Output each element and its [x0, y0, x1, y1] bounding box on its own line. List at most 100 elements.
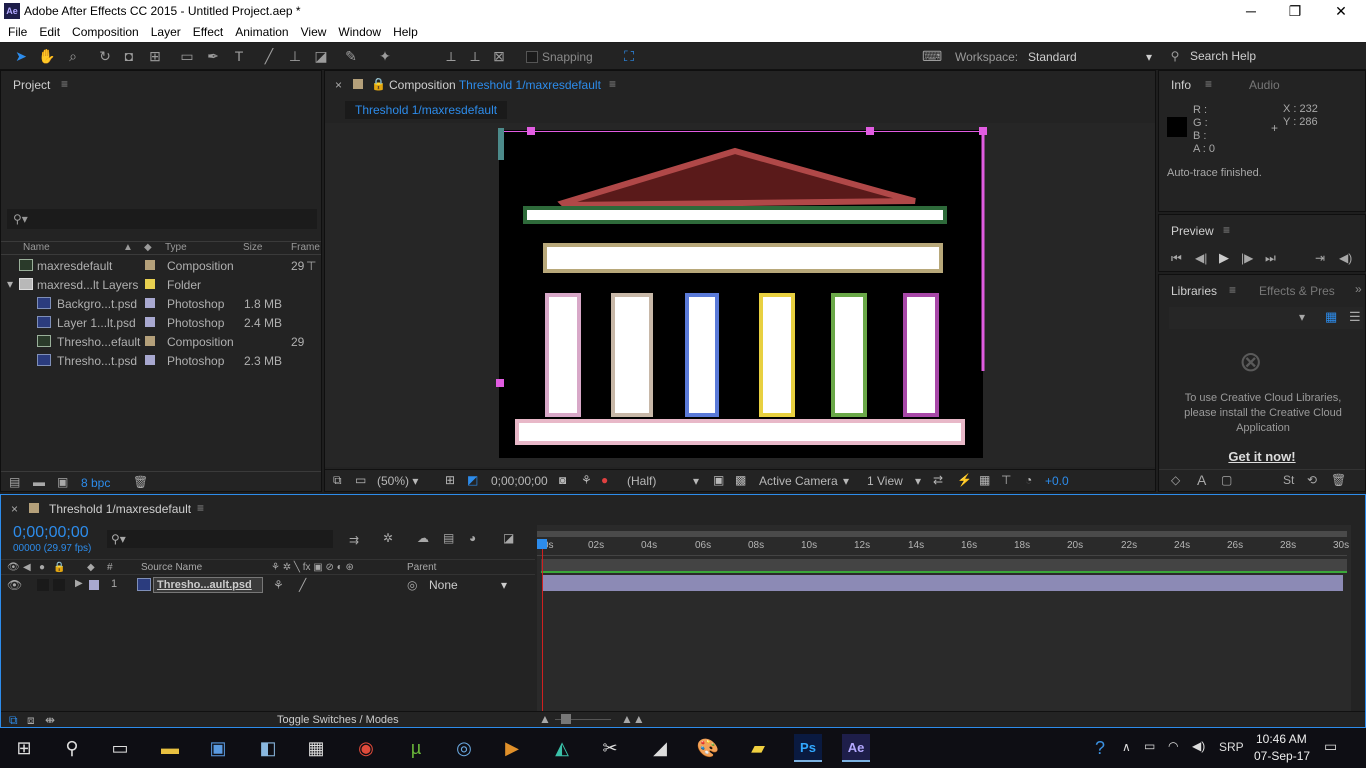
camera-tool-icon[interactable]: ◘: [120, 47, 138, 65]
panel-menu-icon[interactable]: ≡: [61, 77, 68, 91]
panel-menu-icon[interactable]: ≡: [197, 501, 204, 515]
column-source-name[interactable]: Source Name: [141, 562, 202, 573]
list-item[interactable]: maxresdefault Composition 29 ⊤: [3, 256, 319, 275]
view-axis-icon[interactable]: ⊠: [490, 47, 508, 65]
app-icon[interactable]: ◢: [646, 734, 674, 762]
previous-frame-icon[interactable]: ◀|: [1195, 251, 1207, 265]
zoom-in-icon[interactable]: ▲▲: [621, 712, 645, 726]
zoom-slider-thumb[interactable]: [561, 714, 571, 724]
grid-view-icon[interactable]: ▦: [1325, 309, 1337, 325]
work-area-bar[interactable]: [537, 531, 1347, 537]
last-frame-icon[interactable]: ⏭: [1265, 251, 1276, 266]
clock-date[interactable]: 07-Sep-17: [1254, 749, 1310, 763]
utorrent-icon[interactable]: µ: [402, 734, 430, 762]
close-tab-icon[interactable]: ×: [11, 502, 18, 516]
media-player-icon[interactable]: ▶: [498, 734, 526, 762]
hand-tool-icon[interactable]: ✋: [38, 47, 56, 65]
world-axis-icon[interactable]: ⟂: [466, 47, 484, 65]
safe-zones-icon[interactable]: ⊞: [445, 473, 455, 487]
snipping-tool-icon[interactable]: ✂: [596, 734, 624, 762]
column-parent[interactable]: Parent: [407, 562, 436, 573]
audio-switch-icon[interactable]: ◀: [23, 562, 31, 573]
store-icon[interactable]: ▣: [204, 734, 232, 762]
sync-icon[interactable]: ⟲: [1307, 473, 1317, 487]
menu-composition[interactable]: Composition: [72, 22, 147, 42]
language-indicator[interactable]: SRP: [1219, 740, 1244, 754]
list-view-icon[interactable]: ☰: [1349, 309, 1361, 325]
in-out-panes-icon[interactable]: ⇼: [45, 713, 55, 727]
wifi-icon[interactable]: ◠: [1168, 739, 1178, 753]
region-of-interest-icon[interactable]: ▣: [713, 473, 724, 487]
lock-icon[interactable]: 🔒: [371, 77, 386, 91]
layer-handle[interactable]: [527, 127, 535, 135]
composition-tab[interactable]: Composition Threshold 1/maxresdefault: [389, 78, 601, 92]
clock-time[interactable]: 10:46 AM: [1256, 732, 1307, 746]
solo-toggle[interactable]: [53, 579, 65, 591]
layer-handle[interactable]: [496, 379, 504, 387]
column-type[interactable]: Type: [165, 242, 187, 253]
interpret-footage-icon[interactable]: ▤: [9, 475, 20, 489]
always-preview-icon[interactable]: ⧉: [333, 473, 342, 488]
timeline-icon[interactable]: ▦: [979, 473, 990, 487]
list-item[interactable]: Backgro...t.psd Photoshop 1.8 MB: [3, 294, 319, 313]
layer-handle[interactable]: [866, 127, 874, 135]
puppet-pin-tool-icon[interactable]: ✦: [376, 47, 394, 65]
file-explorer-icon[interactable]: ▬: [156, 734, 184, 762]
magnification-dropdown[interactable]: (50%) ▾: [377, 474, 418, 488]
add-graphic-icon[interactable]: ▢: [1221, 473, 1232, 487]
video-switch-icon[interactable]: 👁: [7, 562, 20, 573]
label-swatch[interactable]: [145, 298, 155, 308]
current-time-indicator[interactable]: [542, 539, 543, 711]
notifications-icon[interactable]: ▭: [1324, 738, 1337, 755]
menu-view[interactable]: View: [301, 22, 335, 42]
brush-tool-icon[interactable]: ╱: [260, 47, 278, 65]
toggle-pixel-aspect-icon[interactable]: ⇄: [933, 473, 943, 487]
exposure-value[interactable]: +0.0: [1045, 474, 1069, 488]
layer-switches-icon[interactable]: ⧉: [9, 713, 18, 728]
libraries-tab[interactable]: Libraries: [1171, 284, 1217, 298]
mute-audio-icon[interactable]: ◀): [1339, 251, 1352, 265]
channel-icon[interactable]: ●: [601, 473, 608, 487]
sticky-notes-icon[interactable]: ▰: [744, 734, 772, 762]
comp-viewer[interactable]: [325, 123, 1155, 467]
layer-anchor[interactable]: [498, 128, 504, 160]
list-item[interactable]: Thresho...efault Composition 29: [3, 332, 319, 351]
motion-blur-icon[interactable]: ◕: [469, 531, 476, 545]
show-snapshot-icon[interactable]: ⚘: [581, 473, 592, 487]
close-button[interactable]: ✕: [1318, 2, 1364, 20]
label-swatch[interactable]: [89, 580, 99, 590]
after-effects-icon[interactable]: Ae: [842, 734, 870, 762]
chrome-icon[interactable]: ◉: [352, 734, 380, 762]
shy-layers-icon[interactable]: ☁: [417, 531, 429, 545]
snapping-checkbox[interactable]: [526, 51, 538, 63]
playhead-handle[interactable]: [537, 539, 547, 549]
layer-name[interactable]: Thresho...ault.psd: [153, 577, 263, 593]
snapshot-icon[interactable]: ◙: [559, 473, 566, 487]
audio-toggle[interactable]: [37, 579, 49, 591]
library-dropdown[interactable]: ▾ ▦ ☰: [1169, 307, 1363, 329]
project-search-input[interactable]: ⚲▾: [7, 209, 317, 229]
zoom-out-icon[interactable]: ▲: [539, 712, 551, 726]
comp-breadcrumb[interactable]: Threshold 1/maxresdefault: [345, 101, 508, 119]
label-swatch[interactable]: [145, 279, 155, 289]
effects-presets-tab[interactable]: Effects & Pres: [1259, 284, 1335, 298]
get-it-now-link[interactable]: Get it now!: [1159, 449, 1365, 464]
time-ruler[interactable]: 0s 02s 04s 06s 08s 10s 12s 14s 16s 18s 2…: [537, 540, 1349, 556]
trash-icon[interactable]: 🗑: [133, 475, 148, 489]
roto-brush-tool-icon[interactable]: ✎: [342, 47, 360, 65]
flowchart-icon[interactable]: ⊤: [1001, 473, 1011, 487]
list-item[interactable]: Thresho...t.psd Photoshop 2.3 MB: [3, 351, 319, 370]
zoom-tool-icon[interactable]: ⌕: [64, 47, 82, 65]
loop-icon[interactable]: ⇥: [1315, 251, 1325, 265]
lock-switch-icon[interactable]: 🔒: [53, 562, 65, 573]
eraser-tool-icon[interactable]: ◪: [312, 47, 330, 65]
adobe-stock-icon[interactable]: St: [1283, 473, 1294, 487]
menu-effect[interactable]: Effect: [193, 22, 231, 42]
panel-menu-icon[interactable]: ≡: [609, 77, 616, 91]
quality-switch-icon[interactable]: ╱: [299, 578, 306, 592]
label-swatch[interactable]: [145, 317, 155, 327]
notepad-icon[interactable]: ◧: [254, 734, 282, 762]
mask-visibility-icon[interactable]: ◩: [467, 473, 478, 487]
column-name[interactable]: Name: [23, 242, 50, 253]
graph-editor-icon[interactable]: ◪: [503, 531, 514, 545]
